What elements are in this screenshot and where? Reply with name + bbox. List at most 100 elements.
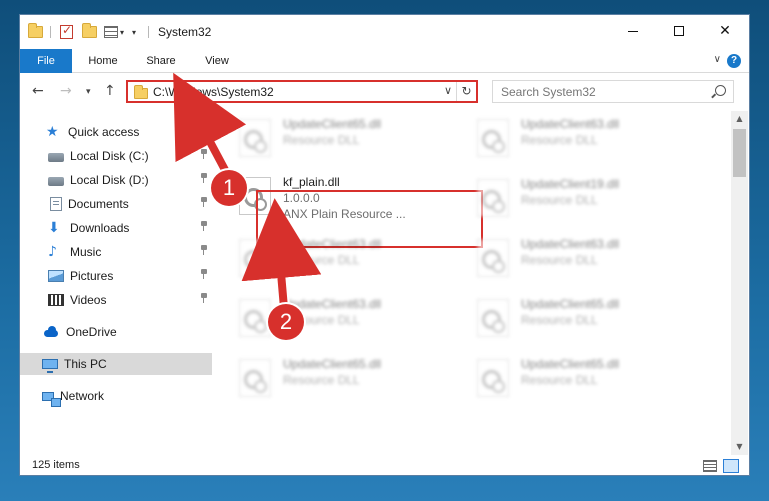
address-bar[interactable]: C:\Windows\System32 ∨ ↻	[126, 80, 478, 103]
large-icons-view-icon[interactable]	[723, 459, 739, 473]
tab-home[interactable]: Home	[78, 49, 128, 73]
pin-icon	[200, 149, 208, 159]
sidebar-item-label: Quick access	[68, 125, 140, 139]
maximize-button[interactable]	[656, 15, 702, 47]
file-tile[interactable]: UpdateClient63.dll Resource DLL	[213, 295, 433, 347]
recent-locations-icon[interactable]: ▾	[86, 87, 91, 97]
file-type: Resource DLL	[283, 253, 360, 267]
expand-ribbon-icon[interactable]: ∨	[714, 54, 721, 65]
file-tile[interactable]: UpdateClient19.dll Resource DLL	[451, 175, 671, 227]
sidebar-item-local-disk-d[interactable]: Local Disk (D:)	[20, 169, 212, 191]
navigation-bar: ← → ▾ ↑ C:\Windows\System32 ∨ ↻ Search S…	[20, 74, 749, 108]
step-2-badge: 2	[268, 304, 304, 340]
pin-icon	[200, 245, 208, 255]
file-tile[interactable]: UpdateClient65.dll Resource DLL	[451, 295, 671, 347]
sidebar-item-label: Videos	[70, 293, 107, 307]
new-folder-icon[interactable]	[82, 23, 97, 41]
folder-icon	[28, 23, 44, 41]
disk-icon	[48, 153, 64, 162]
file-name: kf_plain.dll	[283, 175, 340, 189]
sidebar-item-label: Documents	[68, 197, 129, 211]
file-tile[interactable]: UpdateClient65.dll Resource DLL	[213, 355, 433, 407]
sidebar-item-pictures[interactable]: Pictures	[20, 265, 212, 287]
search-box[interactable]: Search System32	[492, 80, 734, 103]
downloads-icon: ⬇	[48, 220, 60, 236]
step-1-badge: 1	[211, 170, 247, 206]
explorer-window: ▾ ▾ System32 ✕ File Home Share View ∨ ? …	[19, 14, 750, 476]
cloud-icon	[42, 325, 60, 339]
sidebar-item-network[interactable]: Network	[20, 385, 212, 407]
file-tile[interactable]: UpdateClient65.dll Resource DLL	[213, 115, 433, 167]
pin-icon	[200, 293, 208, 303]
sidebar-item-this-pc[interactable]: This PC	[20, 353, 212, 375]
star-icon: ★	[46, 124, 59, 140]
scroll-thumb[interactable]	[733, 129, 746, 177]
tab-share[interactable]: Share	[136, 49, 186, 73]
sidebar-item-quick-access[interactable]: ★ Quick access	[20, 121, 212, 143]
dll-file-icon	[239, 239, 271, 277]
up-arrow-icon[interactable]: ↑	[104, 83, 116, 99]
item-count: 125 items	[32, 459, 80, 471]
tab-view[interactable]: View	[192, 49, 242, 73]
minimize-icon	[628, 30, 638, 32]
sidebar-item-label: Downloads	[70, 221, 130, 235]
pictures-icon	[48, 270, 64, 282]
title-bar: ▾ ▾ System32 ✕	[20, 15, 749, 49]
refresh-icon[interactable]: ↻	[456, 82, 476, 101]
music-icon: ♪	[48, 244, 57, 260]
file-type: Resource DLL	[283, 373, 360, 387]
file-tile[interactable]: UpdateClient65.dll Resource DLL	[451, 355, 671, 407]
minimize-button[interactable]	[610, 15, 656, 47]
close-button[interactable]: ✕	[702, 15, 748, 47]
ribbon-tabs: File Home Share View ∨ ?	[20, 49, 749, 73]
forward-arrow-icon[interactable]: →	[60, 83, 72, 99]
file-name: UpdateClient63.dll	[521, 237, 620, 251]
pc-icon	[42, 359, 58, 373]
file-tile[interactable]: UpdateClient63.dll Resource DLL	[451, 115, 671, 167]
file-tile[interactable]: UpdateClient63.dll Resource DLL	[451, 235, 671, 287]
sidebar-item-videos[interactable]: Videos	[20, 289, 212, 311]
search-icon[interactable]	[715, 85, 726, 96]
dll-file-icon	[477, 179, 509, 217]
file-tile[interactable]: UpdateClient63.dll Resource DLL	[213, 235, 433, 287]
window-title: System32	[158, 25, 212, 39]
properties-icon[interactable]	[60, 23, 73, 41]
file-name: UpdateClient63.dll	[283, 237, 382, 251]
dll-file-icon	[477, 119, 509, 157]
dll-file-icon	[477, 299, 509, 337]
dll-file-icon	[477, 239, 509, 277]
network-icon	[42, 391, 61, 407]
sidebar-item-music[interactable]: ♪ Music	[20, 241, 212, 263]
tab-file[interactable]: File	[20, 49, 72, 73]
address-path[interactable]: C:\Windows\System32	[153, 85, 274, 99]
scroll-down-icon[interactable]: ▼	[731, 439, 748, 455]
view-options-icon[interactable]: ▾	[104, 23, 124, 41]
sidebar-item-label: Music	[70, 245, 102, 259]
dll-file-icon	[477, 359, 509, 397]
address-dropdown-icon[interactable]: ∨	[444, 84, 452, 97]
sidebar-item-label: Pictures	[70, 269, 114, 283]
vertical-scrollbar[interactable]: ▲ ▼	[731, 111, 748, 455]
file-name: UpdateClient65.dll	[521, 297, 620, 311]
file-type: Resource DLL	[521, 373, 598, 387]
sidebar-item-documents[interactable]: Documents	[20, 193, 212, 215]
search-placeholder[interactable]: Search System32	[501, 85, 596, 99]
sidebar-item-label: Local Disk (C:)	[70, 149, 149, 163]
pin-icon	[200, 173, 208, 183]
file-list: UpdateClient65.dll Resource DLL UpdateCl…	[213, 111, 731, 455]
sidebar-item-onedrive[interactable]: OneDrive	[20, 321, 212, 343]
help-icon[interactable]: ?	[727, 54, 741, 68]
sidebar-item-label: Local Disk (D:)	[70, 173, 149, 187]
scroll-up-icon[interactable]: ▲	[731, 111, 748, 127]
customize-toolbar-icon[interactable]: ▾	[132, 23, 136, 41]
navigation-pane: ★ Quick access Local Disk (C:) Local Dis…	[20, 111, 212, 461]
back-arrow-icon[interactable]: ←	[32, 83, 44, 99]
sidebar-item-local-disk-c[interactable]: Local Disk (C:)	[20, 145, 212, 167]
file-type: Resource DLL	[521, 253, 598, 267]
file-type: Resource DLL	[521, 133, 598, 147]
file-name: UpdateClient63.dll	[521, 117, 620, 131]
sidebar-item-label: Network	[60, 389, 105, 403]
disk-icon	[48, 177, 64, 186]
sidebar-item-downloads[interactable]: ⬇ Downloads	[20, 217, 212, 239]
details-view-icon[interactable]	[703, 460, 717, 472]
